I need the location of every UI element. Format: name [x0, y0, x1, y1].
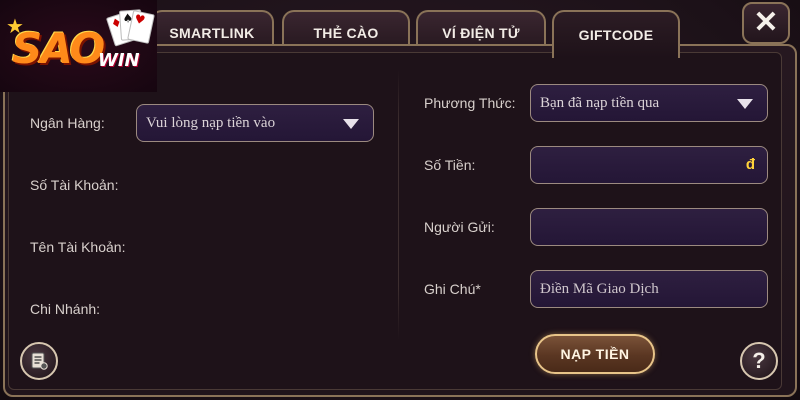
currency-suffix: đ [745, 156, 755, 173]
sender-label: Người Gửi: [424, 219, 495, 235]
note-input[interactable] [540, 271, 767, 307]
bank-label: Ngân Hàng: [30, 115, 105, 131]
help-button[interactable]: ? [740, 342, 778, 380]
brand-logo: ★ ♦ ♠ ♥ SAO WIN [0, 0, 157, 92]
note-label: Ghi Chú* [424, 281, 481, 297]
amount-label: Số Tiền: [424, 157, 476, 173]
bank-select[interactable]: Vui lòng nạp tiền vào [136, 104, 374, 142]
playing-cards-icon: ♦ ♠ ♥ [105, 8, 155, 50]
history-button[interactable] [20, 342, 58, 380]
sender-input[interactable] [530, 208, 768, 246]
history-icon [31, 352, 48, 370]
account-number-label: Số Tài Khoản: [30, 177, 119, 193]
logo-win-text: WIN [98, 50, 140, 71]
account-name-label: Tên Tài Khoản: [30, 239, 126, 255]
chevron-down-icon [343, 119, 359, 129]
close-icon: ✕ [753, 6, 779, 39]
method-label: Phương Thức: [424, 95, 516, 111]
logo-sao-text: SAO [12, 24, 105, 73]
bank-select-value: Vui lòng nạp tiền vào [146, 114, 276, 131]
tab-giftcode[interactable]: GIFTCODE [552, 10, 680, 58]
amount-input[interactable]: đ [530, 146, 768, 184]
help-icon: ? [752, 348, 766, 373]
note-field[interactable] [530, 270, 768, 308]
deposit-dialog: SMARTLINK THẺ CÀO VÍ ĐIỆN TỬ GIFTCODE ✕ … [0, 0, 800, 400]
branch-label: Chi Nhánh: [30, 301, 101, 317]
column-divider [398, 70, 399, 340]
chevron-down-icon [737, 99, 753, 109]
close-button[interactable]: ✕ [742, 2, 790, 44]
method-select-value: Bạn đã nạp tiền qua [540, 94, 660, 111]
deposit-submit-button[interactable]: NẠP TIỀN [535, 334, 655, 374]
method-select[interactable]: Bạn đã nạp tiền qua [530, 84, 768, 122]
